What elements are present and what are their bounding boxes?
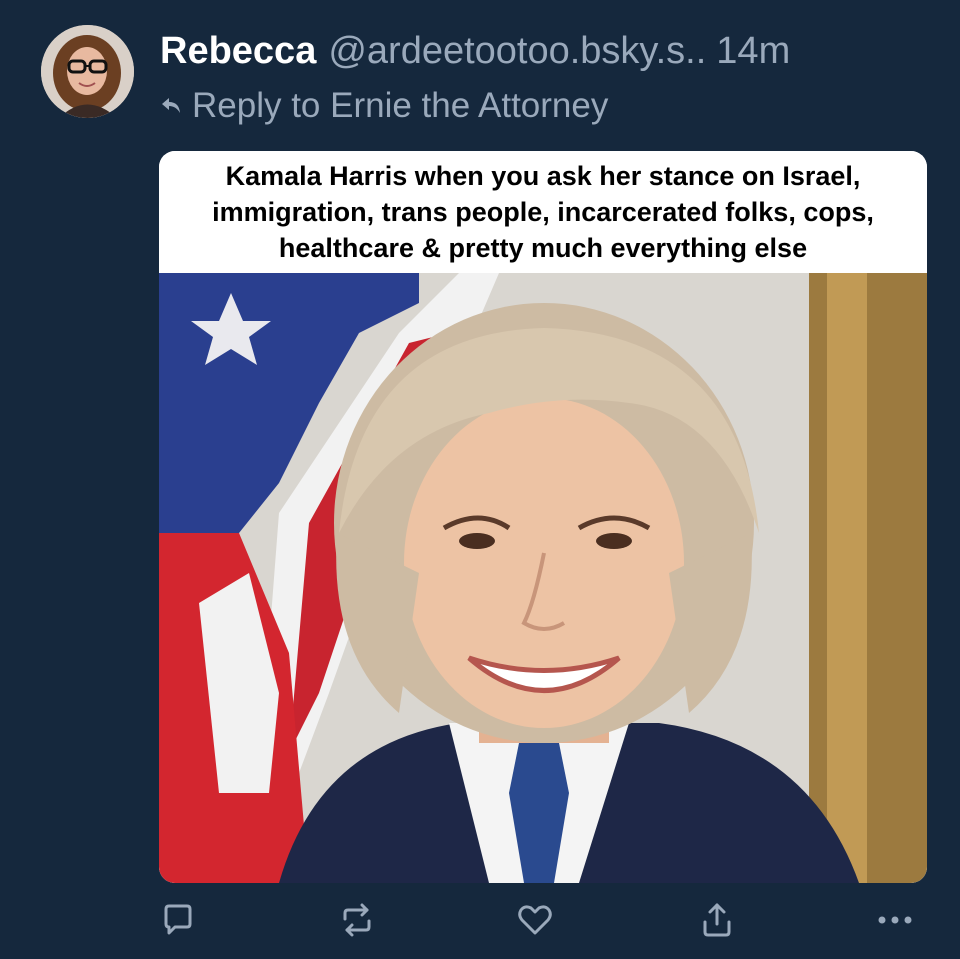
reply-to-label: Reply to Ernie the Attorney bbox=[192, 86, 609, 125]
post-timestamp[interactable]: 14m bbox=[716, 30, 790, 72]
reply-button[interactable] bbox=[148, 890, 208, 950]
post-container: Rebecca @ardeetootoo.bsky.s.. 14m Reply to… bbox=[0, 0, 960, 959]
repost-icon bbox=[343, 903, 371, 937]
author-avatar[interactable] bbox=[41, 25, 134, 118]
author-handle[interactable]: @ardeetootoo.bsky.s.. bbox=[328, 30, 706, 72]
embedded-image[interactable]: Kamala Harris when you ask her stance on… bbox=[159, 151, 927, 883]
post-header: Rebecca @ardeetootoo.bsky.s.. 14m bbox=[160, 28, 790, 74]
meme-caption: Kamala Harris when you ask her stance on… bbox=[212, 161, 874, 263]
meme-photo bbox=[159, 273, 927, 883]
share-icon bbox=[703, 903, 731, 937]
reply-context[interactable]: Reply to Ernie the Attorney bbox=[160, 84, 608, 128]
share-button[interactable] bbox=[687, 890, 747, 950]
repost-button[interactable] bbox=[327, 890, 387, 950]
like-button[interactable] bbox=[505, 890, 565, 950]
post-actions-bar bbox=[0, 890, 960, 950]
avatar-image bbox=[41, 25, 134, 118]
more-options-button[interactable] bbox=[865, 890, 925, 950]
more-options-icon bbox=[878, 916, 912, 924]
comment-icon bbox=[164, 904, 192, 935]
reply-arrow-icon bbox=[162, 98, 180, 113]
heart-icon bbox=[518, 905, 552, 935]
meme-caption-box: Kamala Harris when you ask her stance on… bbox=[159, 151, 927, 273]
author-display-name[interactable]: Rebecca bbox=[160, 30, 316, 72]
